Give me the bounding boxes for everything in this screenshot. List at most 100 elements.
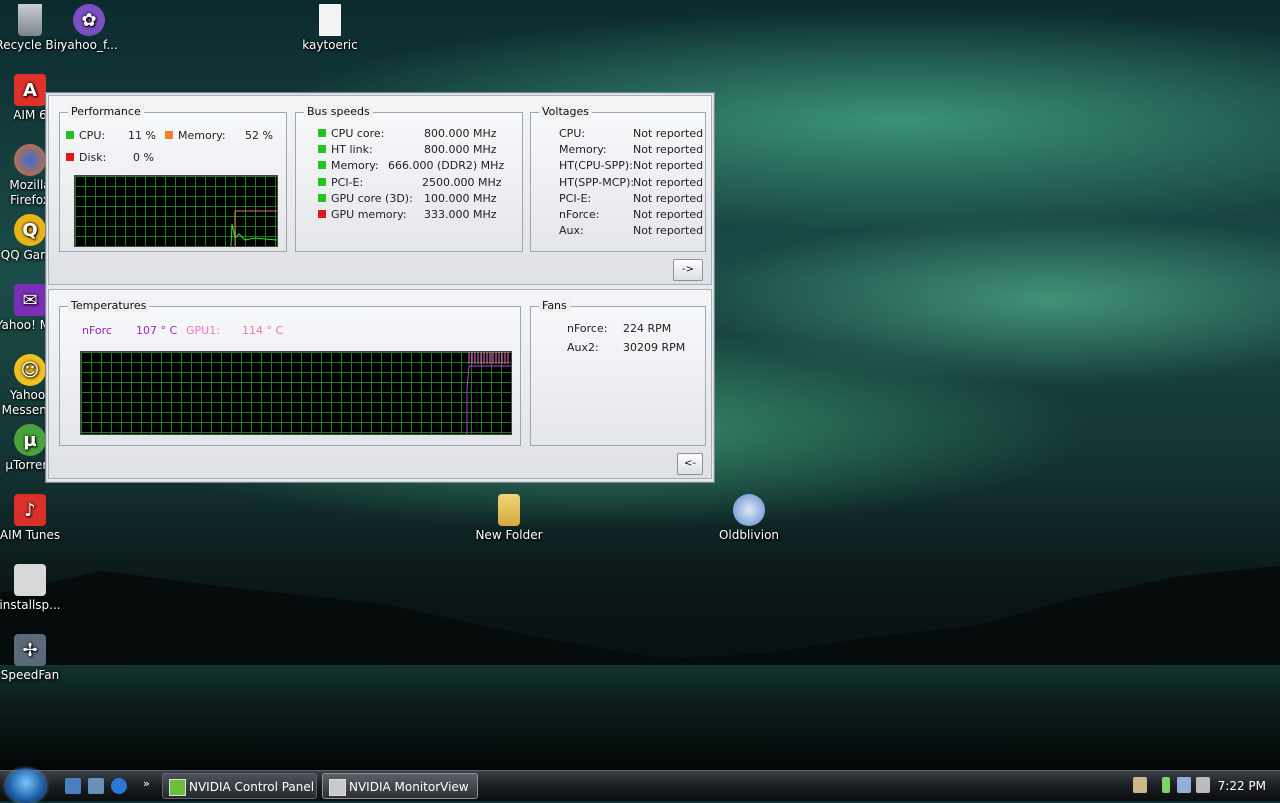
monitor-top-panel: Performance CPU: 11 % Memory: 52 % Disk:… bbox=[48, 95, 712, 285]
voltage-value: Not reported bbox=[633, 143, 704, 156]
bus-speeds-group: Bus speeds CPU core: 800.000 MHz HT link… bbox=[295, 105, 523, 252]
bus-value-pci-e: 2500.000 MHz bbox=[422, 176, 502, 189]
memory-usage: Memory: bbox=[165, 129, 226, 142]
voltages-title: Voltages bbox=[539, 105, 592, 118]
task-label: NVIDIA MonitorView bbox=[349, 780, 469, 794]
task-nvidia-control-panel[interactable]: NVIDIA Control Panel bbox=[162, 773, 317, 799]
voltage-label: HT(SPP-MCP): bbox=[559, 176, 635, 189]
voltage-value: Not reported bbox=[633, 159, 704, 172]
desktop-icon-speedfan[interactable]: ✢ SpeedFan bbox=[0, 634, 67, 683]
gpu-temp-label: GPU1: bbox=[186, 324, 220, 337]
cpu-color-swatch bbox=[66, 131, 74, 139]
bus-value-ht-link: 800.000 MHz bbox=[424, 143, 497, 156]
fans-group: Fans nForce: 224 RPM Aux2: 30209 RPM bbox=[530, 299, 706, 446]
desktop-icon-installer[interactable]: installsp... bbox=[0, 564, 67, 613]
voltage-label: Memory: bbox=[559, 143, 607, 156]
temperatures-title: Temperatures bbox=[68, 299, 150, 312]
qq-game-icon: Q bbox=[14, 214, 46, 246]
temperatures-group: Temperatures nForc 107 ° C GPU1: 114 ° C bbox=[59, 299, 521, 446]
desktop-icon-label: AIM Tunes bbox=[0, 528, 61, 542]
task-nvidia-monitorview[interactable]: NVIDIA MonitorView bbox=[322, 773, 478, 799]
wallpaper-mountains bbox=[0, 565, 1280, 670]
bus-row-pci-e: PCI-E: bbox=[318, 176, 363, 189]
bus-row-memory: Memory: bbox=[318, 159, 379, 172]
bus-label: GPU core (3D): bbox=[331, 192, 413, 205]
bus-label: Memory: bbox=[331, 159, 379, 172]
quick-launch-overflow-icon[interactable]: » bbox=[143, 777, 150, 790]
fan-label: Aux2: bbox=[567, 341, 599, 354]
status-swatch bbox=[318, 178, 326, 186]
bus-label: CPU core: bbox=[331, 127, 385, 140]
bus-row-gpu-core: GPU core (3D): bbox=[318, 192, 413, 205]
fans-title: Fans bbox=[539, 299, 570, 312]
fan-label: nForce: bbox=[567, 322, 608, 335]
desktop-icon-label: kaytoeric bbox=[302, 38, 358, 52]
memory-label: Memory: bbox=[178, 129, 226, 142]
desktop-icon-new-folder[interactable]: New Folder bbox=[472, 494, 546, 543]
nforce-temp-label: nForc bbox=[82, 324, 112, 337]
fan-value: 30209 RPM bbox=[623, 341, 686, 354]
voltage-value: Not reported bbox=[633, 127, 704, 140]
windows-start-icon[interactable] bbox=[6, 769, 46, 803]
aim-tunes-icon: ♪ bbox=[14, 494, 46, 526]
disk-value: 0 % bbox=[133, 151, 154, 164]
voltage-value: Not reported bbox=[633, 208, 704, 221]
bus-row-gpu-memory: GPU memory: bbox=[318, 208, 407, 221]
clock[interactable]: 7:22 PM bbox=[1218, 771, 1266, 801]
collapse-button[interactable]: <- bbox=[677, 453, 703, 475]
expand-button[interactable]: -> bbox=[673, 259, 703, 281]
desktop-icon-oldblivion[interactable]: Oldblivion bbox=[712, 494, 786, 543]
nforce-temp-value: 107 ° C bbox=[136, 324, 178, 337]
voltage-value: Not reported bbox=[633, 176, 704, 189]
performance-graph-lines bbox=[230, 210, 278, 247]
volume-muted-icon[interactable] bbox=[1196, 777, 1210, 793]
switch-windows-icon[interactable] bbox=[88, 778, 104, 794]
taskbar: » NVIDIA Control Panel NVIDIA MonitorVie… bbox=[0, 769, 1280, 803]
battery-icon[interactable] bbox=[1162, 777, 1170, 793]
wallpaper-lake bbox=[0, 665, 1280, 770]
network-icon[interactable] bbox=[1177, 777, 1191, 793]
yahoo-mail-icon: ✉ bbox=[14, 284, 46, 316]
disk-color-swatch bbox=[66, 153, 74, 161]
internet-explorer-icon[interactable] bbox=[111, 778, 127, 794]
memory-value: 52 % bbox=[245, 129, 273, 142]
desktop-icon-kaytoeric[interactable]: kaytoeric bbox=[293, 4, 367, 53]
folder-icon bbox=[498, 494, 520, 526]
bus-row-cpu-core: CPU core: bbox=[318, 127, 384, 140]
desktop-icon-aim-tunes[interactable]: ♪ AIM Tunes bbox=[0, 494, 67, 543]
desktop-icon-label: yahoo_f... bbox=[60, 38, 118, 52]
desktop-icon-yahoo-widget[interactable]: ✿ yahoo_f... bbox=[52, 4, 126, 53]
voltage-label: nForce: bbox=[559, 208, 600, 221]
desktop-icon-label: Oldblivion bbox=[718, 528, 780, 542]
yahoo-messenger-icon: ☺ bbox=[14, 354, 46, 386]
voltage-label: PCI-E: bbox=[559, 192, 592, 205]
monitor-bottom-panel: Temperatures nForc 107 ° C GPU1: 114 ° C… bbox=[48, 289, 712, 479]
tray-app-icon[interactable] bbox=[1133, 777, 1147, 793]
aim-icon: A bbox=[14, 74, 46, 106]
status-swatch bbox=[318, 194, 326, 202]
speedfan-icon: ✢ bbox=[14, 634, 46, 666]
voltage-label: Aux: bbox=[559, 224, 584, 237]
bus-label: GPU memory: bbox=[331, 208, 407, 221]
installer-icon bbox=[14, 564, 46, 596]
bus-speeds-title: Bus speeds bbox=[304, 105, 373, 118]
voltage-label: CPU: bbox=[559, 127, 586, 140]
voltage-value: Not reported bbox=[633, 192, 704, 205]
cpu-label: CPU: bbox=[79, 129, 106, 142]
disk-usage: Disk: bbox=[66, 151, 106, 164]
recycle-bin-icon bbox=[18, 4, 42, 36]
show-desktop-icon[interactable] bbox=[65, 778, 81, 794]
fan-value: 224 RPM bbox=[623, 322, 672, 335]
performance-graph bbox=[74, 175, 278, 247]
text-file-icon bbox=[319, 4, 341, 36]
temperature-graph bbox=[80, 351, 512, 435]
disk-label: Disk: bbox=[79, 151, 107, 164]
bus-value-gpu-core: 100.000 MHz bbox=[424, 192, 497, 205]
bus-row-ht-link: HT link: bbox=[318, 143, 373, 156]
nvidia-monitorview-window: Performance CPU: 11 % Memory: 52 % Disk:… bbox=[45, 92, 715, 483]
voltages-group: Voltages CPU: Not reported Memory: Not r… bbox=[530, 105, 706, 252]
bus-value-cpu-core: 800.000 MHz bbox=[424, 127, 497, 140]
cpu-usage: CPU: bbox=[66, 129, 105, 142]
nvidia-monitorview-icon bbox=[329, 779, 346, 796]
gpu-temp-value: 114 ° C bbox=[242, 324, 284, 337]
